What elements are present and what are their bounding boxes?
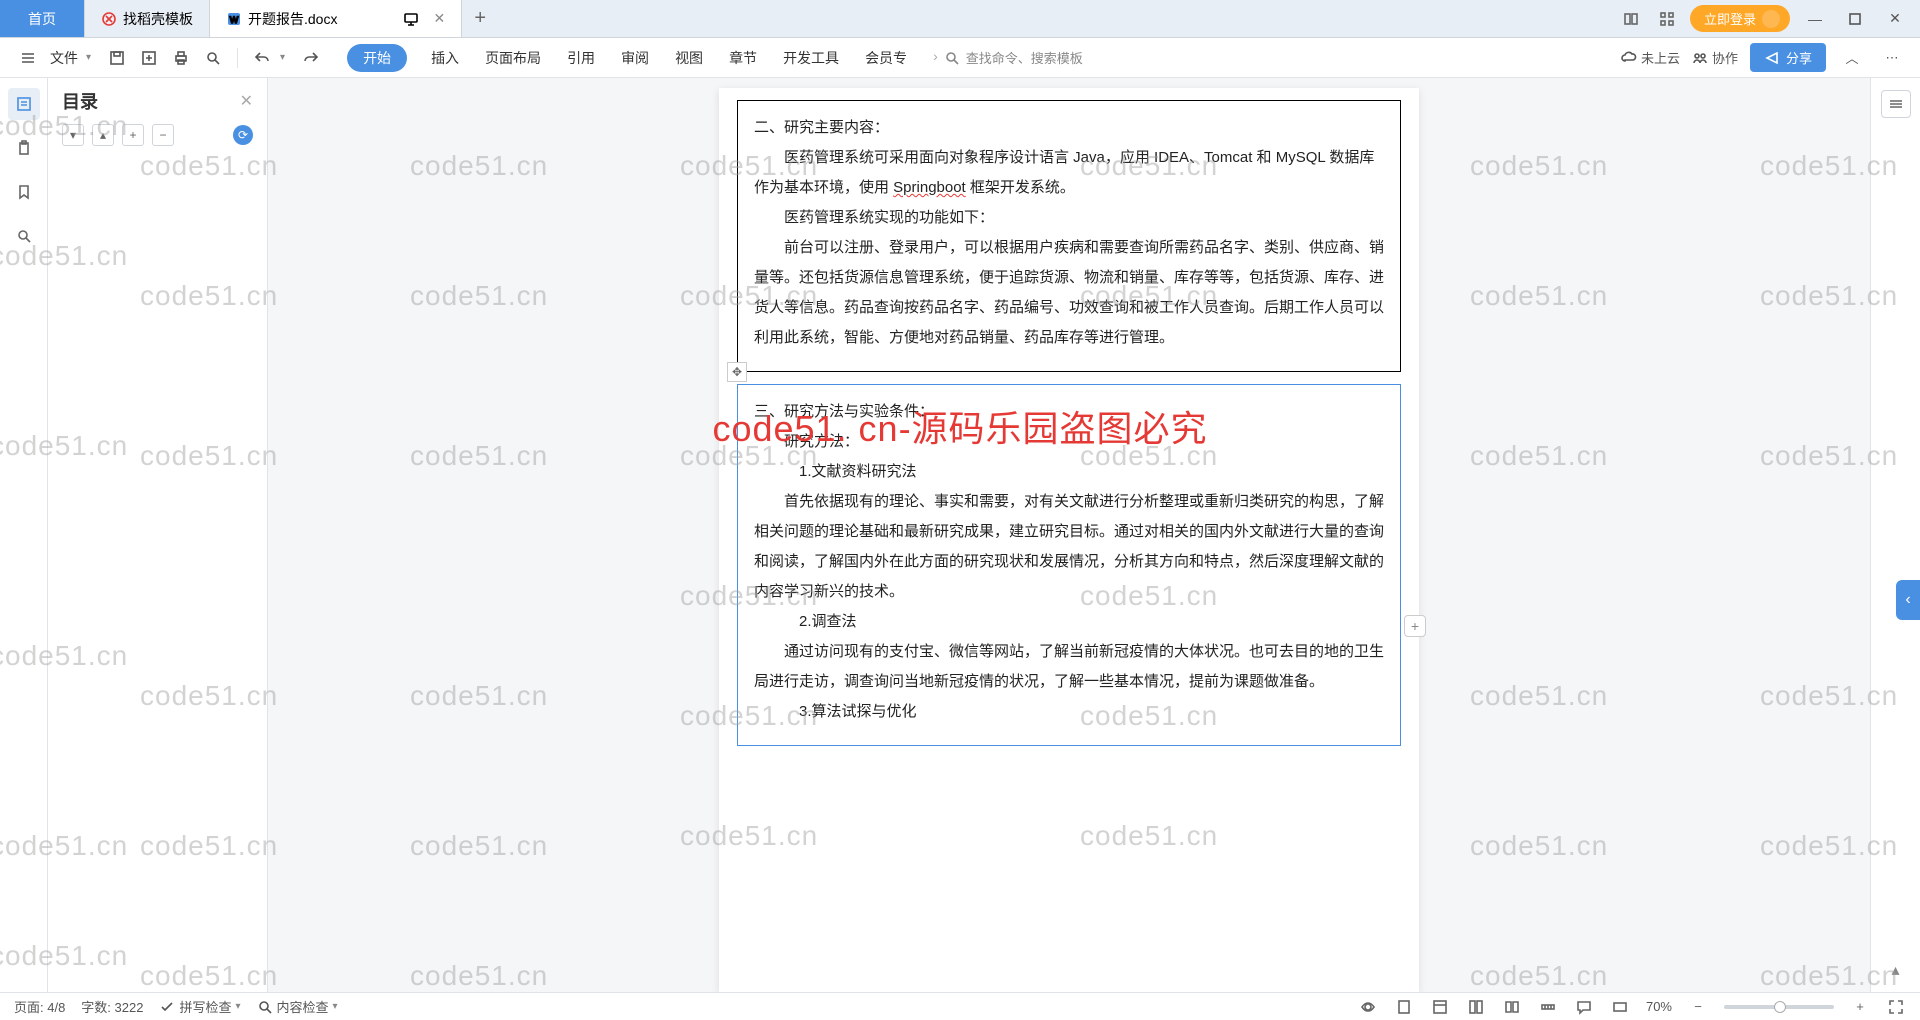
tab-home[interactable]: 首页	[0, 0, 85, 37]
sec2-para2: 医药管理系统实现的功能如下：	[754, 203, 1384, 233]
view-read-icon[interactable]	[1502, 997, 1522, 1017]
sec3-title: 三、研究方法与实验条件：	[754, 397, 1384, 427]
layout-toggle-icon[interactable]	[1618, 6, 1644, 32]
close-tab-icon[interactable]: ✕	[433, 10, 445, 27]
tab-reference[interactable]: 引用	[565, 44, 597, 72]
tab-view[interactable]: 视图	[673, 44, 705, 72]
svg-text:W: W	[230, 15, 239, 25]
collapse-ribbon-icon[interactable]: ︿	[1838, 44, 1866, 72]
zoom-slider[interactable]	[1724, 1005, 1834, 1009]
save-icon[interactable]	[103, 44, 131, 72]
tab-review[interactable]: 审阅	[619, 44, 651, 72]
fullscreen-icon[interactable]	[1886, 997, 1906, 1017]
reading-mode-icon[interactable]	[1358, 997, 1378, 1017]
document-page: 二、研究主要内容： 医药管理系统可采用面向对象程序设计语言 Java，应用 ID…	[719, 88, 1419, 992]
template-icon	[101, 11, 117, 27]
avatar-icon	[1762, 10, 1780, 28]
sec2-title: 二、研究主要内容：	[754, 113, 1384, 143]
new-tab-button[interactable]: +	[462, 0, 498, 37]
table-handle-icon[interactable]: ✥	[727, 362, 747, 382]
menubar: 文件▾ ▾ 开始 插入 页面布局 引用 审阅 视图 章节 开发工具 会员专 › …	[0, 38, 1920, 78]
sec2-para1: 医药管理系统可采用面向对象程序设计语言 Java，应用 IDEA、Tomcat …	[754, 143, 1384, 203]
maximize-button[interactable]	[1840, 11, 1870, 27]
zoom-out-icon[interactable]: −	[1688, 997, 1708, 1017]
comments-icon[interactable]	[1574, 997, 1594, 1017]
close-toc-icon[interactable]: ✕	[240, 91, 253, 111]
presentation-icon[interactable]	[403, 11, 419, 27]
tabs-more-icon[interactable]: ›	[931, 44, 940, 72]
toc-panel: 目录 ✕ ▾ ▴ + − ⟳	[48, 78, 268, 992]
titlebar: 首页 找稻壳模板 W 开题报告.docx ✕ + 立即登录 — ✕	[0, 0, 1920, 38]
insert-row-icon[interactable]: +	[1404, 615, 1426, 637]
command-search[interactable]: 查找命令、搜索模板	[944, 48, 1083, 67]
spellcheck-toggle[interactable]: 拼写检查 ▾	[159, 997, 240, 1016]
document-canvas[interactable]: 二、研究主要内容： 医药管理系统可采用面向对象程序设计语言 Java，应用 ID…	[268, 78, 1870, 992]
ribbon-tabs: 开始 插入 页面布局 引用 审阅 视图 章节 开发工具 会员专 ›	[347, 44, 940, 72]
tab-start[interactable]: 开始	[347, 44, 407, 72]
preview-icon[interactable]	[199, 44, 227, 72]
tab-template[interactable]: 找稻壳模板	[85, 0, 210, 37]
scroll-up-icon[interactable]: ▴	[1889, 960, 1903, 980]
zoom-in-icon[interactable]: +	[1850, 997, 1870, 1017]
hamburger-icon[interactable]	[14, 44, 42, 72]
sec3-m2: 2.调查法	[754, 607, 1384, 637]
sec3-m1-p: 首先依据现有的理论、事实和需要，对有关文献进行分析整理或重新归类研究的构思，了解…	[754, 487, 1384, 607]
minimize-button[interactable]: —	[1800, 11, 1830, 27]
word-count[interactable]: 字数: 3222	[81, 997, 143, 1016]
tab-insert[interactable]: 插入	[429, 44, 461, 72]
file-menu[interactable]: 文件	[46, 48, 82, 68]
tab-member[interactable]: 会员专	[863, 44, 909, 72]
save-as-icon[interactable]	[135, 44, 163, 72]
tab-document[interactable]: W 开题报告.docx ✕	[210, 0, 462, 37]
undo-icon[interactable]	[248, 44, 276, 72]
view-page-icon[interactable]	[1394, 997, 1414, 1017]
tab-chapter[interactable]: 章节	[727, 44, 759, 72]
collab-button[interactable]: 协作	[1692, 48, 1738, 67]
spell-error: Springboot	[893, 179, 966, 196]
sec3-m2-p: 通过访问现有的支付宝、微信等网站，了解当前新冠疫情的大体状况。也可去目的地的卫生…	[754, 637, 1384, 697]
outline-icon[interactable]	[8, 88, 40, 120]
expand-all-icon[interactable]: ▴	[92, 124, 114, 146]
word-doc-icon: W	[226, 11, 242, 27]
zoom-level[interactable]: 70%	[1646, 999, 1672, 1014]
collapse-all-icon[interactable]: ▾	[62, 124, 84, 146]
sec2-para3: 前台可以注册、登录用户，可以根据用户疾病和需要查询所需药品名字、类别、供应商、销…	[754, 233, 1384, 353]
sec3-h1: 研究方法：	[754, 427, 1384, 457]
left-rail	[0, 78, 48, 992]
search-icon[interactable]	[8, 220, 40, 252]
toc-add-icon[interactable]: +	[122, 124, 144, 146]
tab-devtools[interactable]: 开发工具	[781, 44, 841, 72]
sec3-m3: 3.算法试探与优化	[754, 697, 1384, 727]
redo-icon[interactable]	[297, 44, 325, 72]
clipboard-icon[interactable]	[8, 132, 40, 164]
content-check[interactable]: 内容检查 ▾	[257, 997, 338, 1016]
zoom-fit-icon[interactable]	[1610, 997, 1630, 1017]
close-window-button[interactable]: ✕	[1880, 10, 1910, 27]
login-button[interactable]: 立即登录	[1690, 5, 1790, 32]
feedback-tab[interactable]: ‹	[1896, 580, 1920, 620]
print-icon[interactable]	[167, 44, 195, 72]
doc-section-3: 三、研究方法与实验条件： 研究方法： 1.文献资料研究法 首先依据现有的理论、事…	[737, 384, 1401, 746]
tab-layout[interactable]: 页面布局	[483, 44, 543, 72]
share-button[interactable]: 分享	[1750, 43, 1826, 72]
sec3-m1: 1.文献资料研究法	[754, 457, 1384, 487]
page-indicator[interactable]: 页面: 4/8	[14, 997, 65, 1016]
view-outline-icon[interactable]	[1430, 997, 1450, 1017]
bookmark-icon[interactable]	[8, 176, 40, 208]
statusbar: 页面: 4/8 字数: 3222 拼写检查 ▾ 内容检查 ▾ 70% − +	[0, 992, 1920, 1020]
apps-grid-icon[interactable]	[1654, 6, 1680, 32]
view-web-icon[interactable]	[1466, 997, 1486, 1017]
more-icon[interactable]: ⋯	[1878, 44, 1906, 72]
doc-section-2: 二、研究主要内容： 医药管理系统可采用面向对象程序设计语言 Java，应用 ID…	[737, 100, 1401, 372]
cloud-status[interactable]: 未上云	[1621, 48, 1680, 67]
ruler-icon[interactable]	[1538, 997, 1558, 1017]
toc-sync-icon[interactable]: ⟳	[233, 125, 253, 145]
toc-remove-icon[interactable]: −	[152, 124, 174, 146]
toc-title: 目录	[62, 88, 98, 114]
right-rail: ▴	[1870, 78, 1920, 992]
properties-icon[interactable]	[1881, 90, 1911, 118]
